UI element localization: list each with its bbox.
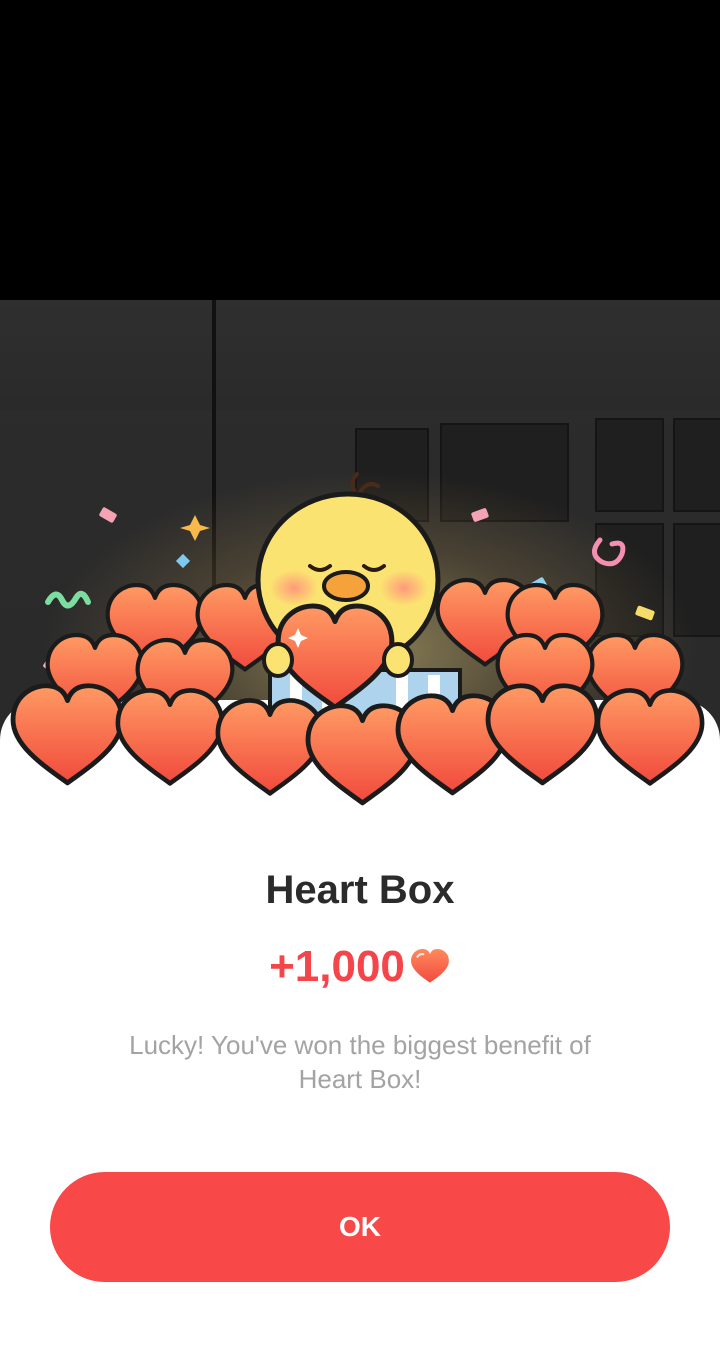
reward-description: Lucky! You've won the biggest benefit of… — [129, 1030, 591, 1094]
reward-amount: +1,000 — [269, 942, 405, 991]
background-ceiling — [0, 300, 720, 410]
dialog-title: Heart Box — [265, 868, 455, 912]
reward-amount-row: +1,000 — [0, 942, 720, 992]
chick-holding-heart-icon — [0, 472, 720, 830]
top-black-area — [0, 0, 720, 300]
heart-icon — [411, 949, 449, 983]
ok-button[interactable]: OK — [50, 1172, 670, 1282]
